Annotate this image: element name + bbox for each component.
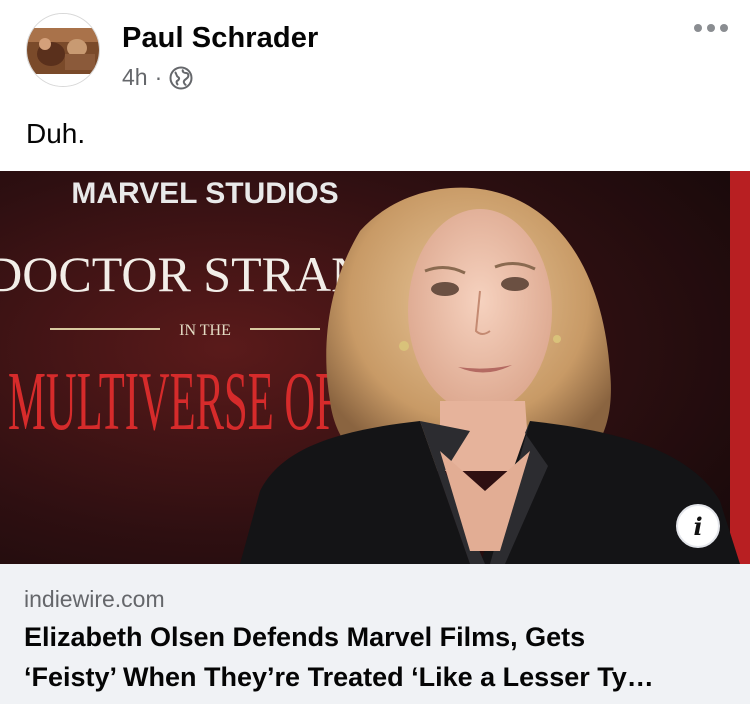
globe-icon[interactable] — [169, 66, 193, 90]
link-headline-line2: ‘Feisty’ When They’re Treated ‘Like a Le… — [24, 662, 654, 692]
link-headline-line1: Elizabeth Olsen Defends Marvel Films, Ge… — [24, 622, 586, 652]
avatar[interactable] — [26, 13, 100, 87]
post-caption: Duh. — [26, 118, 86, 149]
meta-separator: · — [154, 64, 163, 90]
backdrop-studio-text: MARVEL STUDIOS — [71, 177, 338, 210]
link-domain: indiewire.com — [24, 586, 165, 612]
photo-premiere: MARVEL STUDIOS DOCTOR STRANGE IN THE MUL… — [0, 171, 750, 564]
link-headline[interactable]: Elizabeth Olsen Defends Marvel Films, Ge… — [24, 617, 734, 697]
author-name[interactable]: Paul Schrader — [122, 22, 318, 55]
backdrop-title-line2: IN THE — [179, 322, 231, 339]
link-preview-footer[interactable]: indiewire.com Elizabeth Olsen Defends Ma… — [0, 564, 750, 704]
facebook-post: Paul Schrader 4h · Duh. MARVEL STUDIOS D… — [0, 0, 750, 712]
link-preview-image[interactable]: MARVEL STUDIOS DOCTOR STRANGE IN THE MUL… — [0, 171, 750, 564]
post-timestamp[interactable]: 4h — [122, 64, 148, 91]
info-icon[interactable]: i — [676, 504, 720, 548]
post-meta: 4h · — [122, 64, 193, 91]
avatar-image — [27, 14, 99, 86]
more-options-icon[interactable] — [694, 24, 728, 32]
